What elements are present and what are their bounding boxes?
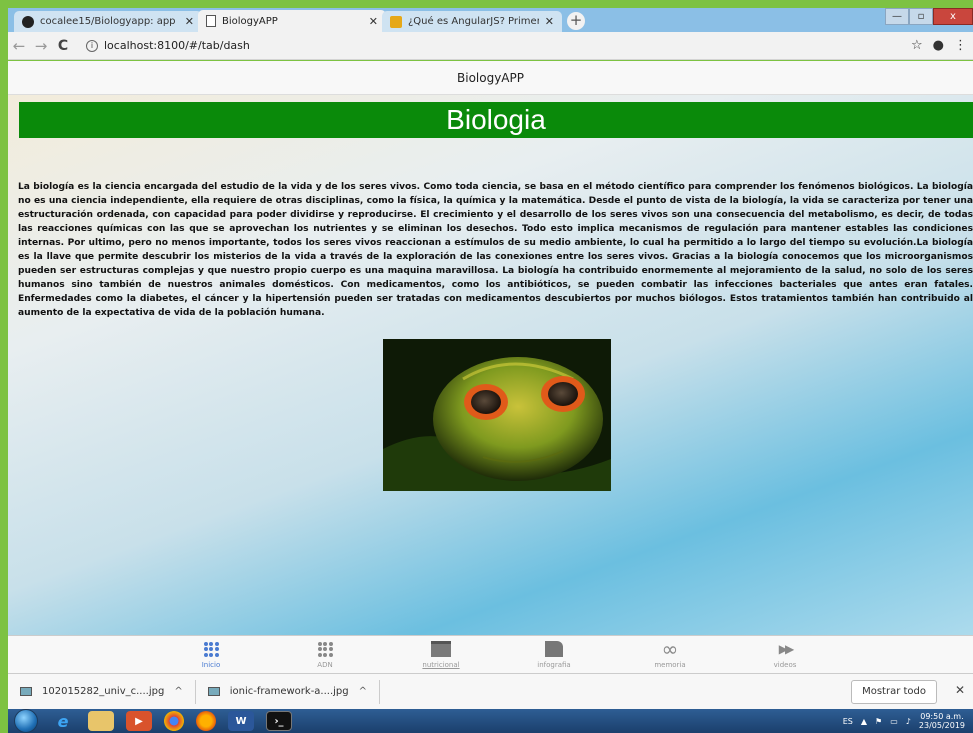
minimize-button[interactable]: — <box>885 8 909 25</box>
tab-label: videos <box>773 661 797 669</box>
network-icon[interactable]: ▭ <box>890 717 898 726</box>
tab-title: cocalee15/Biologyapp: app term <box>40 16 179 27</box>
github-icon <box>22 15 34 28</box>
forward-icon[interactable]: → <box>30 37 52 55</box>
system-tray: ES ▲ ⚑ ▭ ♪ 09:50 a.m. 23/05/2019 <box>843 712 965 730</box>
volume-icon[interactable]: ♪ <box>906 717 911 726</box>
biology-paragraph: La biología es la ciencia encargada del … <box>18 182 973 318</box>
tab-label: infografia <box>537 661 571 669</box>
download-item[interactable]: ionic-framework-a....jpg ^ <box>196 679 381 704</box>
tab-nutricional[interactable]: nutricional <box>401 639 481 669</box>
apps-grid-icon <box>171 639 251 659</box>
close-icon[interactable]: ✕ <box>955 683 965 697</box>
tab-inicio[interactable]: Inicio <box>171 639 251 669</box>
folder-icon <box>401 639 481 659</box>
internet-explorer-icon[interactable]: e <box>50 711 76 731</box>
new-tab-button[interactable]: + <box>567 12 585 30</box>
image-file-icon <box>20 687 32 696</box>
profile-icon[interactable]: ● <box>933 38 944 53</box>
close-icon[interactable]: ✕ <box>369 15 378 28</box>
start-button[interactable] <box>14 709 38 733</box>
download-filename: 102015282_univ_c....jpg <box>42 686 165 697</box>
word-icon[interactable]: W <box>228 711 254 731</box>
download-filename: ionic-framework-a....jpg <box>229 686 349 697</box>
menu-icon[interactable]: ⋮ <box>954 38 967 53</box>
language-indicator[interactable]: ES <box>843 717 853 726</box>
browser-tab-angularjs[interactable]: ¿Qué es AngularJS? Primeros pa ✕ <box>382 11 562 32</box>
windows-taskbar: e ▶ W ›_ ES ▲ ⚑ ▭ ♪ 09:50 a.m. 23/05/201… <box>8 709 973 733</box>
browser-tab-strip: cocalee15/Biologyapp: app term ✕ Biology… <box>8 8 973 32</box>
app-viewport: BiologyAPP Biologia La biología es la ci… <box>8 61 973 673</box>
bottom-tab-bar: Inicio ADN nutricional infografia ∞ memo… <box>8 635 973 673</box>
page-title-banner: Biologia <box>19 102 973 138</box>
file-explorer-icon[interactable] <box>88 711 114 731</box>
tab-label: Inicio <box>201 661 221 669</box>
apps-grid-icon <box>285 639 365 659</box>
app-header-title: BiologyAPP <box>8 61 973 95</box>
url-input[interactable]: localhost:8100/#/tab/dash <box>104 39 250 52</box>
back-icon[interactable]: ← <box>8 37 30 55</box>
close-icon[interactable]: ✕ <box>545 15 554 28</box>
chart-icon <box>514 639 594 659</box>
info-icon[interactable]: i <box>86 39 98 52</box>
site-icon <box>390 15 402 28</box>
browser-tab-github[interactable]: cocalee15/Biologyapp: app term ✕ <box>14 11 202 32</box>
browser-tab-biologyapp[interactable]: BiologyAPP ✕ <box>198 10 386 32</box>
media-player-icon[interactable]: ▶ <box>126 711 152 731</box>
close-icon[interactable]: ✕ <box>185 15 194 28</box>
firefox-icon[interactable] <box>196 711 216 731</box>
download-item[interactable]: 102015282_univ_c....jpg ^ <box>8 679 196 704</box>
chevron-up-icon[interactable]: ▲ <box>861 717 867 726</box>
page-icon <box>206 15 216 27</box>
bookmark-star-icon[interactable]: ☆ <box>911 38 923 53</box>
reload-icon[interactable]: C <box>52 38 74 54</box>
clock-date: 23/05/2019 <box>918 721 965 730</box>
terminal-icon[interactable]: ›_ <box>266 711 292 731</box>
image-file-icon <box>207 687 220 696</box>
clock-time: 09:50 a.m. <box>920 712 964 721</box>
infinity-icon: ∞ <box>661 637 679 661</box>
chevron-up-icon[interactable]: ^ <box>359 686 367 697</box>
downloads-shelf: 102015282_univ_c....jpg ^ ionic-framewor… <box>8 673 973 709</box>
flag-icon[interactable]: ⚑ <box>875 717 882 726</box>
tab-infografia[interactable]: infografia <box>514 639 594 669</box>
tab-label: nutricional <box>422 661 460 669</box>
tab-videos[interactable]: ▶▶ videos <box>745 639 825 669</box>
close-window-button[interactable]: x <box>933 8 973 25</box>
chevron-up-icon[interactable]: ^ <box>174 686 182 697</box>
window-controls: — ▫ x <box>885 8 973 25</box>
tab-label: ADN <box>317 661 333 669</box>
tab-label: memoria <box>654 661 686 669</box>
tab-title: ¿Qué es AngularJS? Primeros pa <box>408 16 539 27</box>
address-bar: ← → C i localhost:8100/#/tab/dash ☆ ● ⋮ <box>8 32 973 60</box>
tab-title: BiologyAPP <box>222 15 278 27</box>
chrome-icon[interactable] <box>164 711 184 731</box>
show-all-button[interactable]: Mostrar todo <box>851 680 937 704</box>
tab-memoria[interactable]: ∞ memoria <box>630 637 710 669</box>
fast-forward-icon: ▶▶ <box>778 642 794 656</box>
frog-image <box>383 339 611 491</box>
clock[interactable]: 09:50 a.m. 23/05/2019 <box>919 712 965 730</box>
tab-adn[interactable]: ADN <box>285 639 365 669</box>
maximize-button[interactable]: ▫ <box>909 8 933 25</box>
